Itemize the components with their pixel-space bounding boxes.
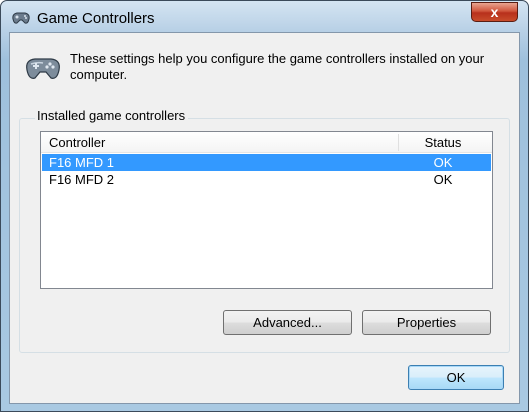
controller-status: OK xyxy=(433,172,453,187)
column-divider[interactable] xyxy=(398,134,399,151)
column-header-controller[interactable]: Controller xyxy=(49,135,105,150)
advanced-button[interactable]: Advanced... xyxy=(223,310,352,335)
game-controllers-window: Game Controllers x These settings help y… xyxy=(0,0,529,412)
controller-name: F16 MFD 1 xyxy=(49,155,115,170)
list-item[interactable]: F16 MFD 2 OK xyxy=(42,171,491,188)
gamepad-icon xyxy=(12,12,30,24)
ok-button[interactable]: OK xyxy=(408,365,504,390)
list-header: Controller Status xyxy=(41,132,492,153)
window-title: Game Controllers xyxy=(37,10,155,27)
intro-description: These settings help you configure the ga… xyxy=(70,51,485,82)
controller-status: OK xyxy=(433,155,453,170)
column-header-status[interactable]: Status xyxy=(407,135,479,150)
close-icon: x xyxy=(490,4,499,20)
gamepad-icon xyxy=(26,58,60,79)
close-button[interactable]: x xyxy=(471,2,518,22)
group-label: Installed game controllers xyxy=(35,108,189,123)
controller-name: F16 MFD 2 xyxy=(49,172,115,187)
properties-button[interactable]: Properties xyxy=(362,310,491,335)
dialog-client-area: These settings help you configure the ga… xyxy=(9,32,520,404)
list-item[interactable]: F16 MFD 1 OK xyxy=(42,154,491,171)
controllers-list[interactable]: Controller Status F16 MFD 1 OK F16 MFD 2… xyxy=(40,131,493,289)
